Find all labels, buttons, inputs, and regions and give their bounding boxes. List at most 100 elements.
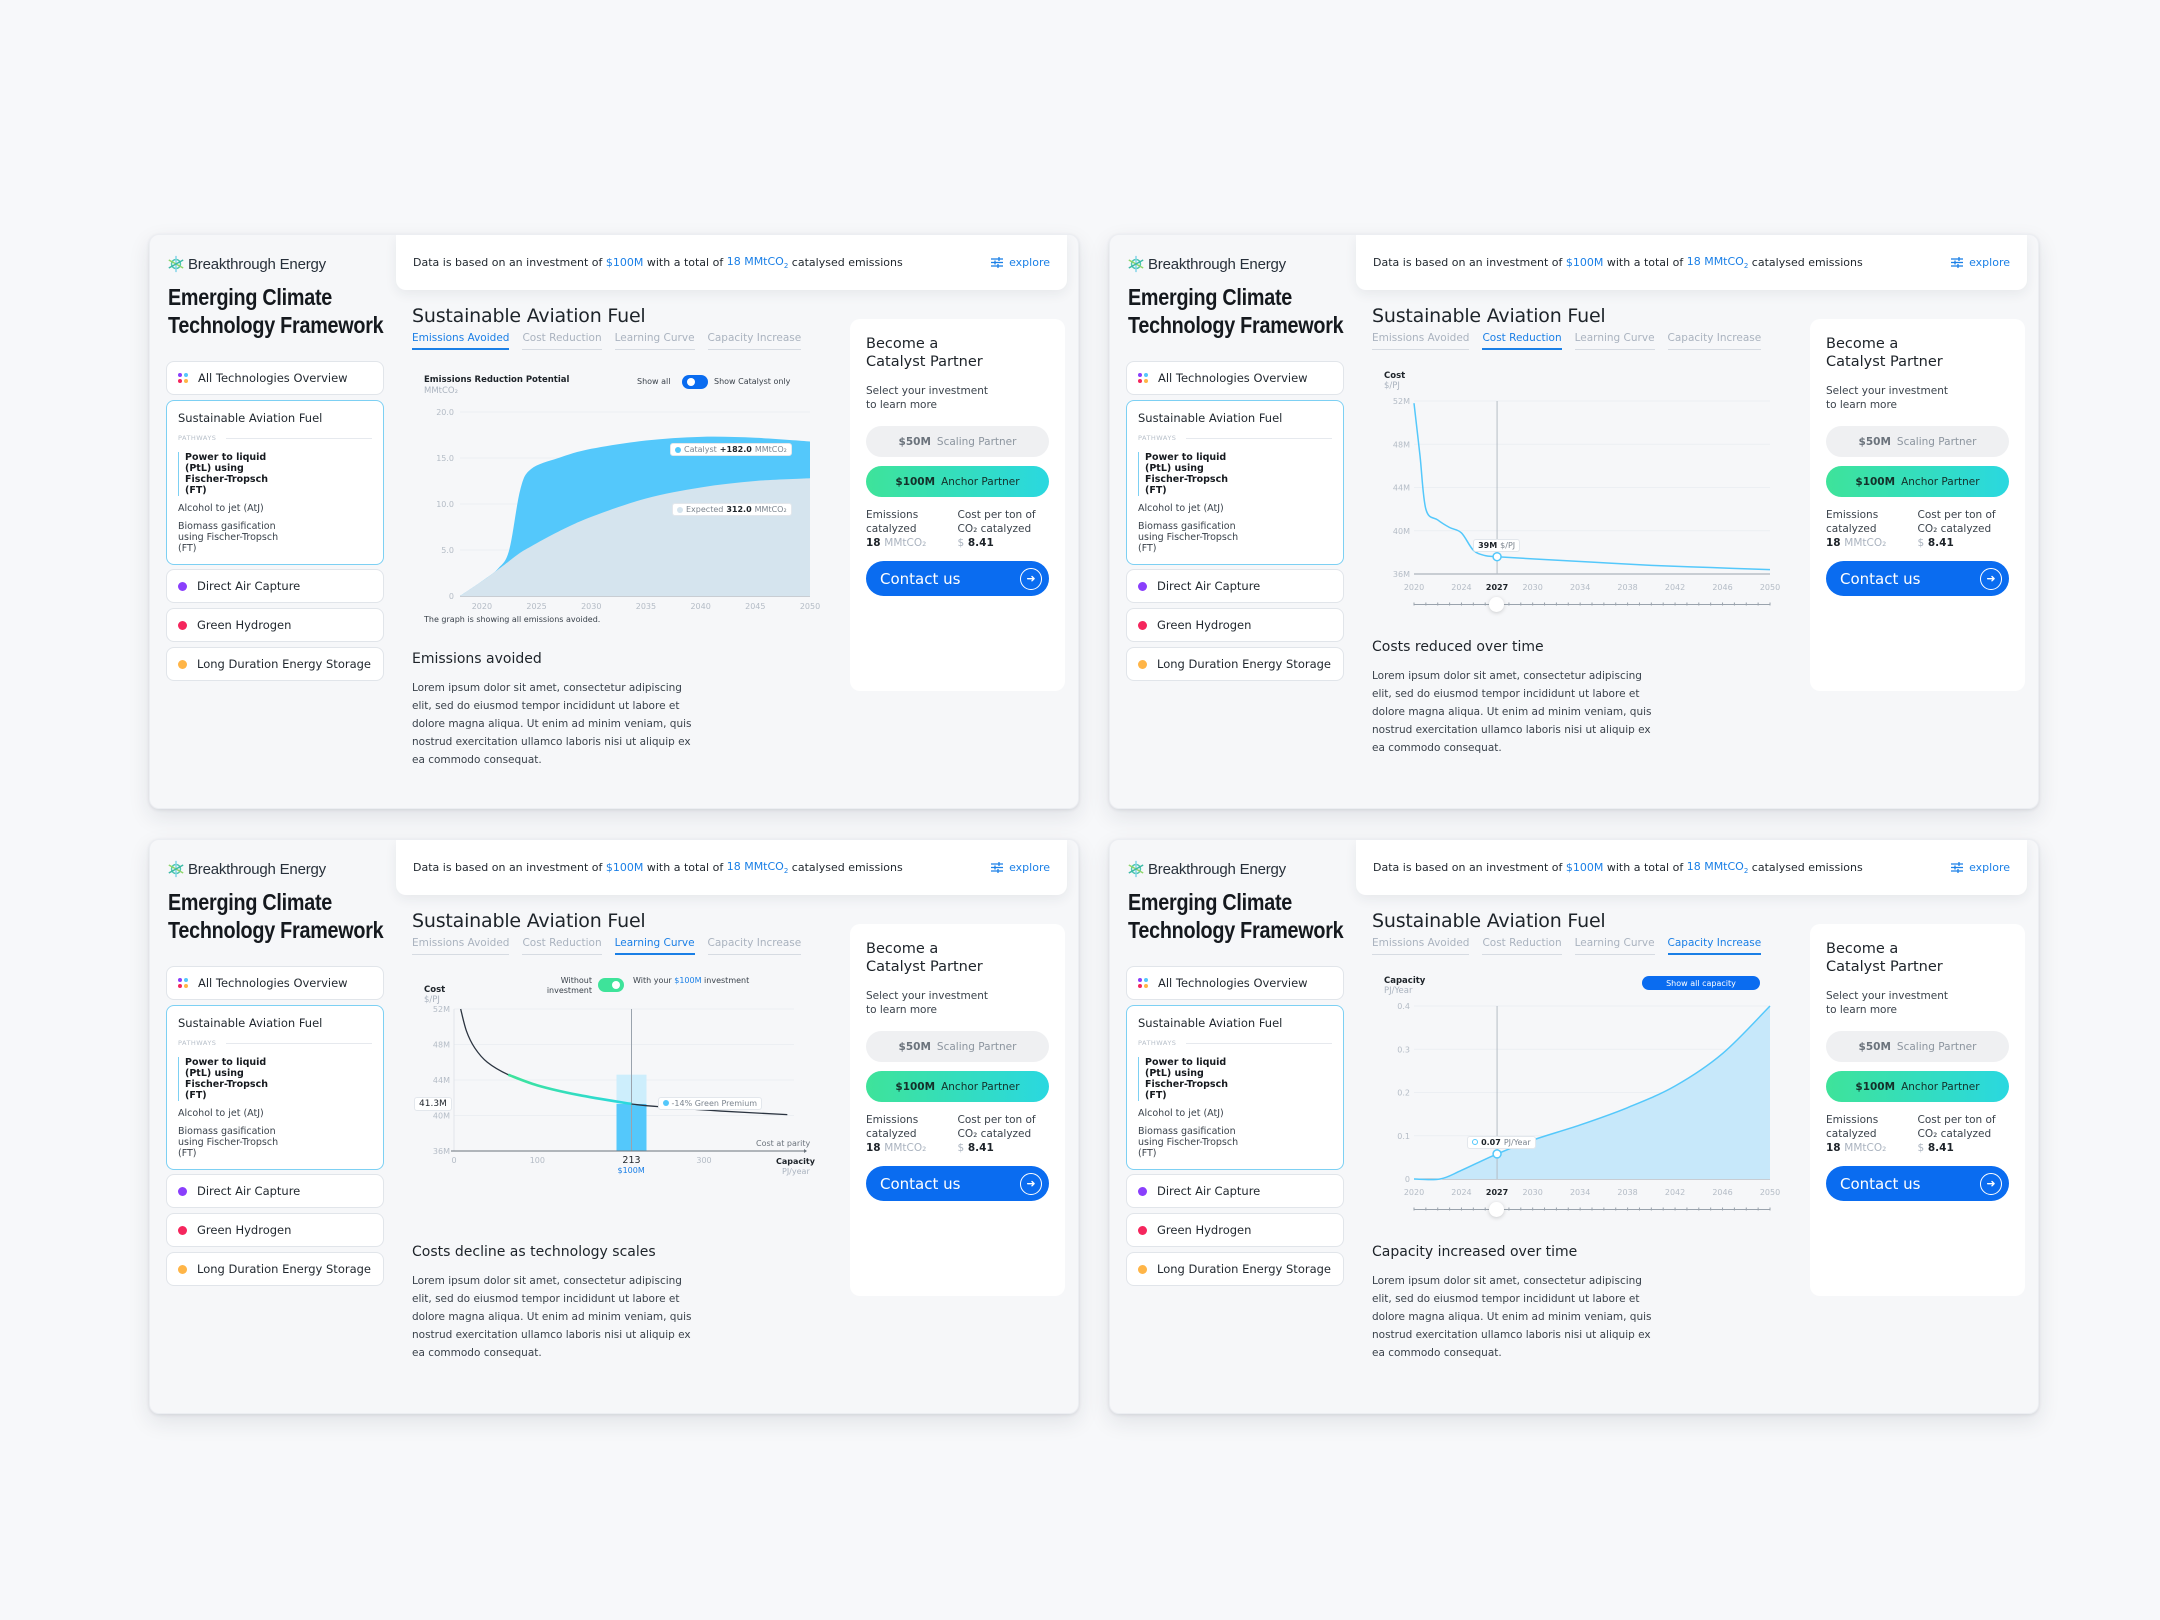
info-middle: with a total of [1603, 861, 1687, 874]
chart-y-unit: MMtCO₂ [424, 386, 459, 396]
sidebar-item-direct-air-capture[interactable]: Direct Air Capture [1126, 569, 1344, 603]
selected-year-label: 2027 [1486, 1188, 1508, 1197]
anchor-partner-option[interactable]: $100M Anchor Partner [1826, 1071, 2009, 1102]
tab-cost-reduction[interactable]: Cost Reduction [522, 937, 602, 955]
tab-capacity-increase[interactable]: Capacity Increase [707, 332, 802, 350]
tab-cost-reduction[interactable]: Cost Reduction [1482, 332, 1562, 350]
contact-us-button[interactable]: Contact us ➜ [1826, 561, 2009, 596]
tab-emissions-avoided[interactable]: Emissions Avoided [1372, 937, 1470, 955]
sidebar-item-label: All Technologies Overview [1158, 371, 1308, 385]
sidebar: All Technologies Overview Sustainable Av… [1126, 361, 1344, 686]
pathway-item[interactable]: Alcohol to jet (AtJ) [178, 1108, 372, 1119]
pathway-item[interactable]: Alcohol to jet (AtJ) [1138, 503, 1332, 514]
brand-logo[interactable]: Breakthrough Energy [167, 860, 326, 878]
pathway-item[interactable]: Biomass gasification using Fischer-Trops… [1138, 1126, 1258, 1159]
sidebar-item-sustainable-aviation-fuel[interactable]: Sustainable Aviation Fuel PATHWAYS Power… [166, 400, 384, 565]
pathways-label: PATHWAYS [178, 1039, 372, 1047]
stat-label: Cost per ton of CO₂ catalyzed [1917, 1114, 1996, 1140]
sidebar-item-long-duration-energy-storage[interactable]: Long Duration Energy Storage [166, 647, 384, 681]
sidebar-item-long-duration-energy-storage[interactable]: Long Duration Energy Storage [1126, 647, 1344, 681]
show-all-capacity-button[interactable]: Show all capacity [1642, 976, 1760, 990]
sidebar-item-direct-air-capture[interactable]: Direct Air Capture [166, 569, 384, 603]
brand-logo[interactable]: Breakthrough Energy [1127, 860, 1286, 878]
year-slider-track[interactable] [1414, 604, 1770, 605]
sidebar-item-green-hydrogen[interactable]: Green Hydrogen [1126, 1213, 1344, 1247]
scaling-partner-option[interactable]: $50M Scaling Partner [1826, 1031, 2009, 1062]
pathway-item[interactable]: Power to liquid (PtL) using Fischer-Trop… [178, 1057, 288, 1101]
explore-button[interactable]: explore [991, 861, 1050, 874]
sidebar-item-green-hydrogen[interactable]: Green Hydrogen [166, 1213, 384, 1247]
brand-name: Breakthrough Energy [1148, 860, 1286, 878]
sidebar-item-long-duration-energy-storage[interactable]: Long Duration Energy Storage [1126, 1252, 1344, 1286]
chart-title: Capacity [1384, 976, 1426, 986]
brand-logo[interactable]: Breakthrough Energy [1127, 255, 1286, 273]
tab-emissions-avoided[interactable]: Emissions Avoided [412, 937, 510, 955]
tab-emissions-avoided[interactable]: Emissions Avoided [1372, 332, 1470, 350]
option-amount: $100M [1855, 1080, 1896, 1093]
sidebar-item-overview[interactable]: All Technologies Overview [1126, 966, 1344, 1000]
anchor-partner-option[interactable]: $100M Anchor Partner [1826, 466, 2009, 497]
tab-capacity-increase[interactable]: Capacity Increase [1667, 937, 1762, 955]
tab-learning-curve[interactable]: Learning Curve [614, 937, 695, 955]
sidebar-item-direct-air-capture[interactable]: Direct Air Capture [1126, 1174, 1344, 1208]
pathway-item[interactable]: Biomass gasification using Fischer-Trops… [1138, 521, 1258, 554]
selected-point-marker[interactable] [1492, 551, 1502, 562]
explore-button[interactable]: explore [1951, 256, 2010, 269]
capacity-investment-label: $100M [617, 1166, 645, 1175]
explore-button[interactable]: explore [1951, 861, 2010, 874]
pathway-item[interactable]: Alcohol to jet (AtJ) [1138, 1108, 1332, 1119]
sidebar-item-sustainable-aviation-fuel[interactable]: Sustainable Aviation Fuel PATHWAYS Power… [166, 1005, 384, 1170]
stat-label: Cost per ton of CO₂ catalyzed [1917, 509, 1996, 535]
scaling-partner-option[interactable]: $50M Scaling Partner [1826, 426, 2009, 457]
chart-area: 0 5.0 10.0 15.0 20.0 2020 2025 2030 2035 2040 2045… [412, 367, 822, 637]
sidebar-item-label: All Technologies Overview [198, 976, 348, 990]
tab-emissions-avoided[interactable]: Emissions Avoided [412, 332, 510, 350]
tab-learning-curve[interactable]: Learning Curve [1574, 332, 1655, 350]
tab-cost-reduction[interactable]: Cost Reduction [522, 332, 602, 350]
sidebar-item-sustainable-aviation-fuel[interactable]: Sustainable Aviation Fuel PATHWAYS Power… [1126, 400, 1344, 565]
scaling-partner-option[interactable]: $50M Scaling Partner [866, 1031, 1049, 1062]
toggle-left-label: Show all [637, 377, 671, 386]
stat-label: Emissions catalyzed [1826, 1114, 1879, 1140]
chart-area: 36M 40M 44M 48M 52M 2020 2024 2027 2030 2034 2038 2… [1372, 367, 1782, 637]
sidebar-item-green-hydrogen[interactable]: Green Hydrogen [1126, 608, 1344, 642]
pathway-item[interactable]: Power to liquid (PtL) using Fischer-Trop… [1138, 1057, 1248, 1101]
chip-unit: MMtCO₂ [754, 505, 787, 514]
sidebar-item-sustainable-aviation-fuel[interactable]: Sustainable Aviation Fuel PATHWAYS Power… [1126, 1005, 1344, 1170]
technology-title: Sustainable Aviation Fuel [1372, 910, 1606, 932]
tab-capacity-increase[interactable]: Capacity Increase [1667, 332, 1762, 350]
tech-color-dot-icon [178, 581, 187, 591]
sidebar-item-overview[interactable]: All Technologies Overview [166, 966, 384, 1000]
pathway-item[interactable]: Power to liquid (PtL) using Fischer-Trop… [1138, 452, 1248, 496]
anchor-partner-option[interactable]: $100M Anchor Partner [866, 466, 1049, 497]
contact-us-button[interactable]: Contact us ➜ [866, 561, 1049, 596]
sidebar-item-overview[interactable]: All Technologies Overview [1126, 361, 1344, 395]
tech-color-dot-icon [178, 620, 187, 630]
tab-cost-reduction[interactable]: Cost Reduction [1482, 937, 1562, 955]
tab-capacity-increase[interactable]: Capacity Increase [707, 937, 802, 955]
contact-us-button[interactable]: Contact us ➜ [1826, 1166, 2009, 1201]
stat-value: 18 MMtCO₂ [866, 536, 958, 550]
selected-point-marker[interactable] [1492, 1149, 1502, 1159]
framework-panel-emissions-avoided: Breakthrough Energy Emerging Climate Tec… [149, 234, 1079, 809]
investment-toggle[interactable] [598, 978, 624, 992]
pathway-item[interactable]: Biomass gasification using Fischer-Trops… [178, 1126, 298, 1159]
sidebar-item-green-hydrogen[interactable]: Green Hydrogen [166, 608, 384, 642]
pathway-item[interactable]: Biomass gasification using Fischer-Trops… [178, 521, 298, 554]
sidebar-item-long-duration-energy-storage[interactable]: Long Duration Energy Storage [166, 1252, 384, 1286]
year-slider-track[interactable] [1414, 1209, 1770, 1210]
x-tick-label: 0 [451, 1156, 456, 1165]
anchor-partner-option[interactable]: $100M Anchor Partner [866, 1071, 1049, 1102]
sidebar-item-overview[interactable]: All Technologies Overview [166, 361, 384, 395]
scaling-partner-option[interactable]: $50M Scaling Partner [866, 426, 1049, 457]
pathway-item[interactable]: Alcohol to jet (AtJ) [178, 503, 372, 514]
pathway-item[interactable]: Power to liquid (PtL) using Fischer-Trop… [178, 452, 288, 496]
explore-button[interactable]: explore [991, 256, 1050, 269]
chart-y-unit: $/PJ [1384, 381, 1400, 391]
show-catalyst-toggle[interactable] [682, 375, 708, 389]
contact-us-button[interactable]: Contact us ➜ [866, 1166, 1049, 1201]
tab-learning-curve[interactable]: Learning Curve [1574, 937, 1655, 955]
tab-learning-curve[interactable]: Learning Curve [614, 332, 695, 350]
brand-logo[interactable]: Breakthrough Energy [167, 255, 326, 273]
sidebar-item-direct-air-capture[interactable]: Direct Air Capture [166, 1174, 384, 1208]
